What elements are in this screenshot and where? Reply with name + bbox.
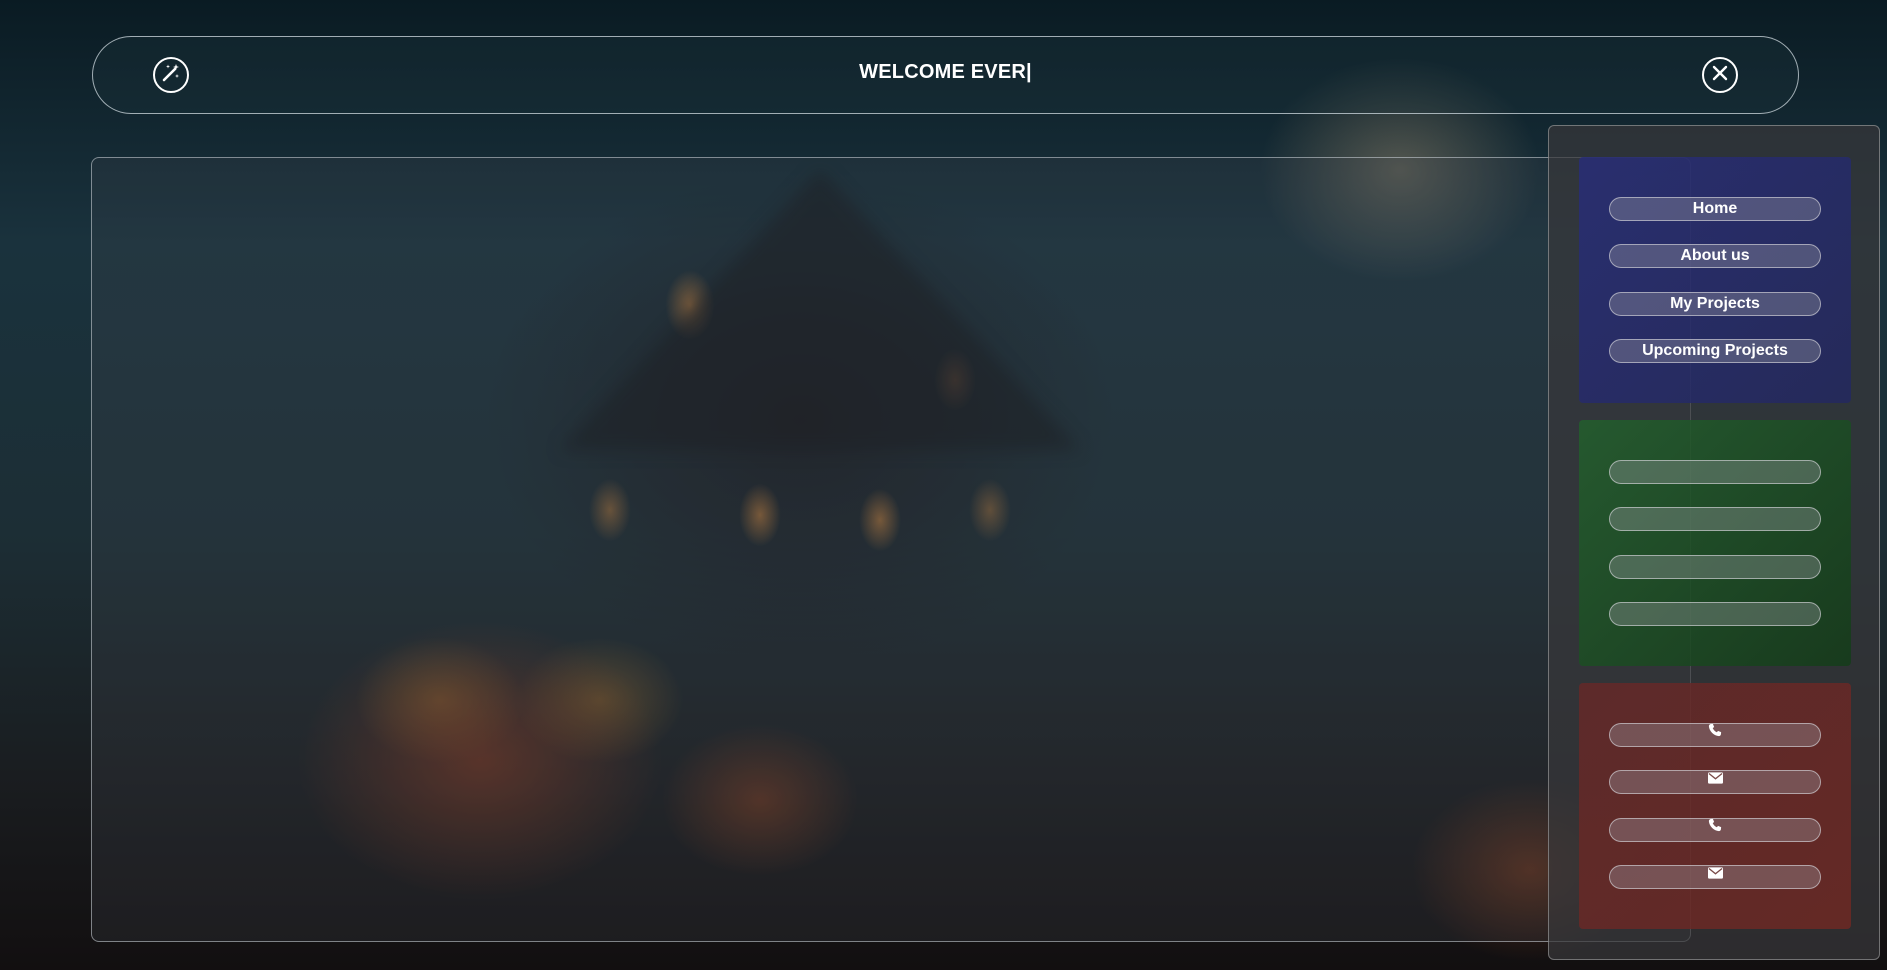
side-menu-panel: Home About us My Projects Upcoming Proje… [1548, 125, 1880, 960]
empty-link-group [1579, 420, 1851, 666]
page-title: WELCOME EVER| [859, 61, 1032, 83]
phone-button[interactable] [1609, 723, 1821, 747]
contact-group [1579, 683, 1851, 929]
nav-home-button[interactable]: Home [1609, 197, 1821, 221]
email-button[interactable] [1609, 770, 1821, 794]
empty-link-button[interactable] [1609, 555, 1821, 579]
header-bar: WELCOME EVER| [92, 36, 1799, 114]
phone-button[interactable] [1609, 818, 1821, 842]
close-icon [1711, 64, 1729, 87]
envelope-icon [1707, 864, 1723, 886]
empty-link-button[interactable] [1609, 460, 1821, 484]
nav-group: Home About us My Projects Upcoming Proje… [1579, 157, 1851, 403]
nav-upcoming-projects-button[interactable]: Upcoming Projects [1609, 339, 1821, 363]
phone-icon [1708, 722, 1722, 744]
phone-icon [1708, 817, 1722, 839]
main-content-panel [91, 157, 1691, 942]
envelope-icon [1707, 769, 1723, 791]
nav-about-us-button[interactable]: About us [1609, 244, 1821, 268]
close-button[interactable] [1702, 57, 1738, 93]
empty-link-button[interactable] [1609, 602, 1821, 626]
nav-my-projects-button[interactable]: My Projects [1609, 292, 1821, 316]
empty-link-button[interactable] [1609, 507, 1821, 531]
email-button[interactable] [1609, 865, 1821, 889]
